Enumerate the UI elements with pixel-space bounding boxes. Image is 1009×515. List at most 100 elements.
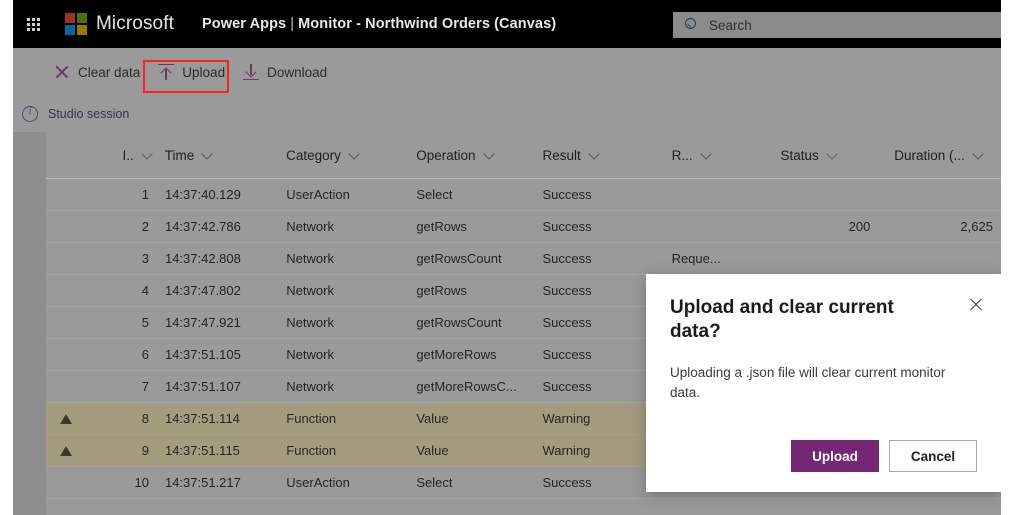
clear-data-button[interactable]: Clear data (45, 56, 149, 88)
grid-cell-operation: getRows (416, 283, 467, 298)
warning-icon (60, 445, 72, 456)
grid-cell-warning (46, 413, 87, 424)
grid-cell-operation: getMoreRows (416, 347, 497, 362)
grid-cell-index: 3 (141, 251, 149, 266)
microsoft-brand-label: Microsoft (96, 13, 174, 34)
dialog-title: Upload and clear current data? (670, 297, 894, 343)
download-icon (243, 64, 260, 80)
search-placeholder-text: Search (709, 17, 752, 33)
grid-cell-warning (46, 445, 87, 456)
suite-header-bar: Microsoft Power Apps | Monitor - Northwind… (13, 0, 1001, 48)
grid-cell-category: UserAction (286, 187, 350, 202)
upload-label: Upload (182, 64, 226, 80)
grid-cell-time: 14:37:42.786 (164, 219, 241, 234)
title-separator: | (290, 16, 295, 32)
column-header-duration[interactable]: Duration (... (884, 132, 1001, 178)
table-row[interactable]: 3 14:37:42.808 Network getRowsCount Success R… (46, 243, 1001, 275)
grid-cell-time: 14:37:51.114 (164, 411, 240, 426)
grid-cell-index: 1 (141, 187, 149, 202)
chevron-down-icon (589, 150, 600, 161)
grid-cell-category: Network (286, 219, 334, 234)
grid-cell-operation: Value (416, 443, 449, 458)
dialog-upload-button[interactable]: Upload (791, 440, 879, 472)
left-rail (13, 132, 46, 515)
column-header-time[interactable]: Time (159, 132, 283, 178)
session-info-bar: Studio session (13, 96, 1001, 132)
grid-cell-index: 2 (141, 219, 149, 234)
monitor-title: Monitor - Northwind Orders (Canvas) (298, 16, 557, 32)
grid-cell-result: Success (542, 187, 592, 202)
grid-cell-category: Network (286, 315, 334, 330)
column-header-r[interactable]: R... (669, 132, 778, 178)
grid-cell-index: 10 (134, 475, 149, 490)
grid-cell-index: 5 (141, 315, 149, 330)
grid-header-row: I.. Time Category Operation Result R... (46, 132, 1001, 179)
microsoft-logo-icon (65, 13, 87, 35)
dialog-cancel-button[interactable]: Cancel (889, 440, 977, 472)
clear-data-label: Clear data (78, 64, 141, 80)
column-label: R... (671, 147, 693, 163)
grid-cell-time: 14:37:51.217 (164, 475, 241, 490)
table-row[interactable]: 1 14:37:40.129 UserAction Select Success (46, 179, 1001, 211)
grid-cell-operation: Value (416, 411, 449, 426)
grid-cell-operation: Select (416, 475, 453, 490)
column-label: I.. (122, 147, 134, 163)
page-title: Power Apps | Monitor - Northwind Orders (C… (202, 16, 556, 32)
chevron-down-icon (484, 150, 495, 161)
session-label: Studio session (48, 107, 130, 121)
grid-cell-category: Function (286, 411, 337, 426)
grid-cell-status: 200 (848, 219, 871, 234)
info-icon (22, 106, 38, 122)
grid-cell-operation: getRows (416, 219, 467, 234)
column-header-category[interactable]: Category (283, 132, 413, 178)
grid-cell-time: 14:37:40.129 (164, 187, 241, 202)
column-label: Operation (416, 147, 476, 163)
column-header-result[interactable]: Result (540, 132, 669, 178)
column-header-index[interactable]: I.. (46, 132, 159, 178)
dialog-body-text: Uploading a .json file will clear curren… (670, 364, 946, 400)
column-header-operation[interactable]: Operation (413, 132, 539, 178)
grid-cell-index: 9 (141, 443, 149, 458)
chevron-down-icon (349, 150, 360, 161)
close-icon[interactable] (965, 294, 987, 316)
application-window: Microsoft Power Apps | Monitor - Northwind… (13, 0, 1001, 515)
search-icon (684, 18, 698, 32)
grid-cell-time: 14:37:47.802 (164, 283, 241, 298)
grid-cell-category: Network (286, 379, 334, 394)
column-label: Category (286, 147, 341, 163)
grid-cell-category: UserAction (286, 475, 350, 490)
app-launcher-button[interactable] (13, 0, 53, 48)
column-header-status[interactable]: Status (777, 132, 884, 178)
grid-cell-index: 4 (141, 283, 149, 298)
grid-cell-duration: 2,625 (960, 219, 993, 234)
grid-cell-r: Reque... (671, 251, 721, 266)
chevron-down-icon (142, 150, 153, 161)
upload-confirm-dialog: Upload and clear current data? Uploading… (646, 274, 1001, 492)
column-label: Time (164, 147, 195, 163)
app-launcher-icon (26, 17, 40, 31)
grid-cell-time: 14:37:47.921 (164, 315, 241, 330)
grid-cell-time: 14:37:51.107 (164, 379, 241, 394)
grid-cell-index: 6 (141, 347, 149, 362)
table-row[interactable]: 2 14:37:42.786 Network getRows Success 200 2,6… (46, 211, 1001, 243)
grid-cell-result: Success (542, 251, 592, 266)
upload-icon (158, 64, 175, 80)
upload-button[interactable]: Upload (149, 56, 234, 88)
warning-icon (60, 413, 72, 424)
search-input[interactable]: Search (673, 12, 1001, 38)
chevron-down-icon (202, 150, 213, 161)
grid-cell-result: Success (542, 219, 592, 234)
grid-cell-time: 14:37:51.105 (164, 347, 241, 362)
grid-cell-category: Network (286, 347, 334, 362)
grid-cell-operation: getMoreRowsC... (416, 379, 517, 394)
grid-cell-category: Network (286, 283, 334, 298)
grid-cell-time: 14:37:42.808 (164, 251, 241, 266)
grid-cell-operation: getRowsCount (416, 315, 502, 330)
grid-cell-index: 8 (141, 411, 149, 426)
grid-cell-index: 7 (141, 379, 149, 394)
product-name: Power Apps (201, 16, 287, 32)
grid-cell-category: Function (286, 443, 337, 458)
download-button[interactable]: Download (234, 56, 336, 88)
dialog-actions: Upload Cancel (791, 440, 977, 472)
chevron-down-icon (701, 150, 712, 161)
